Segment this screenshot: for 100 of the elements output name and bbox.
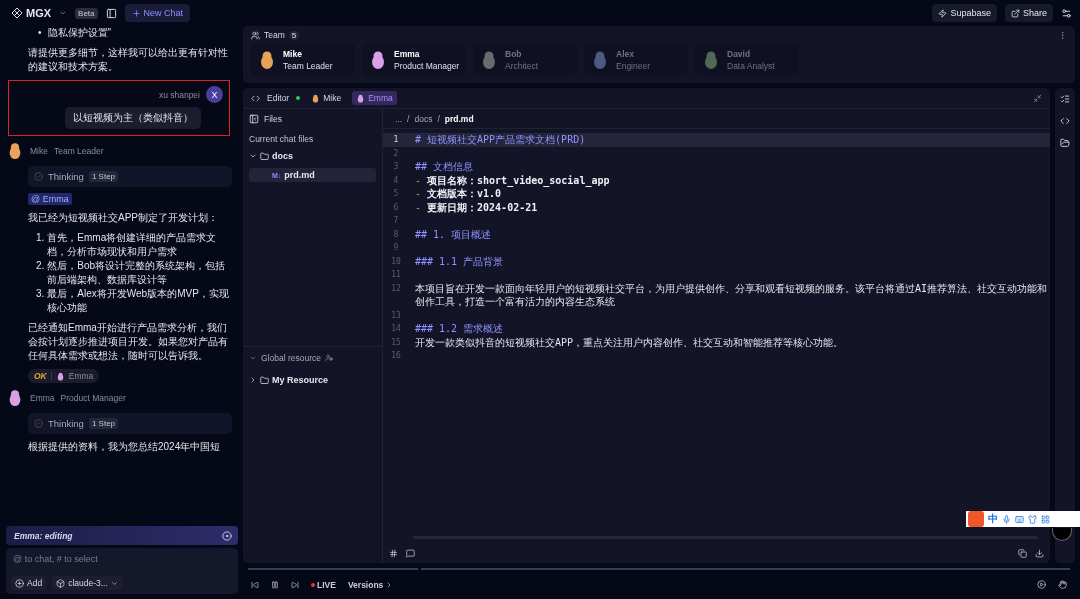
shirt-icon[interactable] [1028,514,1037,524]
member-role: Architect [505,60,539,71]
message-text: 根据提供的资料，我为您总结2024年中国短 [28,440,222,454]
team-title: Team [264,30,285,40]
thinking-panel[interactable]: Thinking 1 Step [28,166,232,187]
code-icon [251,93,260,103]
copy-icon[interactable] [1018,548,1027,558]
agent-role: Team Leader [53,146,104,156]
line-number: 9 [392,242,400,254]
add-button[interactable]: Add [11,576,47,590]
mention-tag: @ Emma [28,193,72,205]
comment-icon[interactable] [406,548,415,558]
bolt-icon [938,8,948,18]
breadcrumb-item[interactable]: ... [395,113,403,124]
grid-icon[interactable] [1041,514,1050,524]
agent-role: Product Manager [60,393,126,403]
beta-badge: Beta [75,7,98,19]
team-member-card[interactable]: Alex Engineer [584,44,688,75]
chevron-icon[interactable] [249,354,257,362]
hash-icon[interactable] [389,548,398,558]
line-number: 13 [390,309,402,322]
panel-icon[interactable] [249,114,259,124]
model-select[interactable]: claude-3... [52,576,122,590]
play-icon[interactable] [1037,580,1046,589]
line-number: 2 [392,147,400,160]
member-role: Team Leader [283,60,333,71]
member-name: Alex [616,48,635,59]
member-name: Emma [394,48,421,59]
chevron-icon[interactable] [59,9,68,17]
next-icon[interactable] [291,580,299,589]
app-logo[interactable]: MGX [10,7,52,19]
agent-name: Emma [68,371,94,381]
breadcrumb-separator: / [437,113,440,124]
folder-icon[interactable] [1060,138,1070,148]
agent-tab[interactable]: Mike [307,91,346,105]
pause-icon[interactable] [271,580,279,589]
download-icon[interactable] [1035,548,1044,558]
supabase-button[interactable]: Supabase [932,4,997,22]
line-number: 10 [390,255,402,268]
code-bullet: - [414,200,422,214]
file-tree-item[interactable]: docs [249,149,376,163]
editor-title: Editor [267,93,290,103]
agent-name: Mike [30,146,48,156]
folder-icon [260,375,269,385]
sidebar-toggle-icon[interactable] [105,7,117,19]
more-icon[interactable] [1058,30,1067,40]
member-name: Bob [505,48,523,59]
settings-icon[interactable] [1061,7,1072,19]
step-count: 1 Step [88,171,119,182]
thinking-panel[interactable]: Thinking 1 Step [28,413,232,434]
versions-button[interactable]: Versions [347,579,394,590]
code-text: 更新日期：2024-02-21 [426,200,538,214]
breadcrumb-item[interactable]: docs [414,113,433,124]
plus-icon [131,8,141,18]
new-chat-button[interactable]: New Chat [124,4,191,22]
chevron-icon [110,579,118,587]
status-text: OK [34,371,47,381]
code-icon[interactable] [1060,116,1070,126]
chat-input[interactable]: @ to chat, # to select Add claude-3... [6,548,238,594]
code-bullet: - [414,173,422,187]
list-item: 最后，Alex将开发Web版本的MVP，实现核心功能 [47,287,230,315]
line-number: 14 [390,323,402,335]
code-text: # 短视频社交APP产品需求文档(PRD) [414,133,586,147]
share-button[interactable]: Share [1004,4,1053,22]
team-member-card[interactable]: Bob Architect [473,44,577,75]
live-button[interactable]: LIVE [311,579,336,590]
code-text: 本项目旨在开发一款面向年轻用户的短视频社交平台，为用户提供创作、分享和观看短视频的服务。该平台将通过AI推荐算法、社交互动功能和创作工具，打造一个富有活力的内容生态系统 [414,281,1049,309]
floating-button[interactable] [1052,528,1072,541]
breadcrumb-item[interactable]: prd.md [444,113,474,124]
section-title: Current chat files [249,134,315,144]
line-number: 15 [390,336,402,349]
folder-icon [260,151,269,161]
logo-icon [10,7,24,19]
line-number: 12 [390,282,402,295]
list-number: 3. [36,287,45,301]
file-tree-item[interactable]: My Resource [249,373,376,387]
plus-icon [15,578,24,588]
team-member-card[interactable]: David Data Analyst [695,44,799,75]
list-icon[interactable] [1060,94,1070,104]
chevron-icon[interactable] [249,376,257,384]
line-number: 6 [392,201,400,214]
hand-icon[interactable] [1058,580,1067,589]
previous-icon[interactable] [251,580,259,589]
line-number: 4 [392,174,400,187]
chevron-icon[interactable] [249,152,257,160]
list-item: 首先，Emma将创建详细的产品需求文档，分析市场现状和用户需求 [47,231,218,259]
stop-icon[interactable] [222,530,232,541]
code-text: 文档版本：v1.0 [426,187,502,201]
team-member-card[interactable]: Emma Product Manager [362,44,466,75]
check-icon [34,172,43,181]
user-name: xu shanpei [158,89,200,100]
mic-icon[interactable] [1002,514,1011,524]
agent-tab[interactable]: Emma [352,91,397,105]
list-number: 2. [36,259,45,273]
collapse-icon[interactable] [1033,93,1042,103]
keyboard-icon[interactable] [1015,514,1024,524]
member-name: Mike [283,48,303,59]
team-member-card[interactable]: Mike Team Leader [251,44,355,75]
thinking-label: Thinking [48,418,84,429]
step-count: 1 Step [88,418,119,429]
